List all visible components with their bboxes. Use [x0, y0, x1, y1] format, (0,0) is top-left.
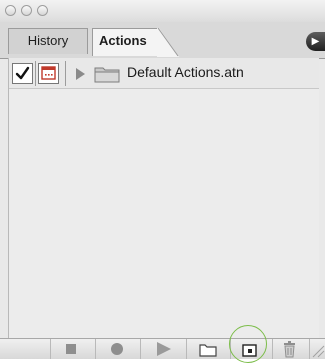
minimize-window-button[interactable] — [21, 5, 32, 16]
new-set-button[interactable] — [186, 339, 228, 359]
tab-history[interactable]: History — [8, 28, 88, 54]
trash-icon — [284, 341, 295, 358]
tab-history-label: History — [27, 33, 69, 48]
play-button[interactable] — [140, 339, 184, 359]
zoom-window-button[interactable] — [37, 5, 48, 16]
row-divider — [35, 61, 36, 86]
expand-triangle-icon[interactable] — [76, 68, 85, 80]
tab-actions-label: Actions — [99, 33, 147, 48]
actions-toolbar — [0, 338, 325, 359]
panel-menu-arrow-icon: ▶ — [311, 36, 320, 47]
tab-slant-edge — [157, 28, 179, 57]
record-button[interactable] — [95, 339, 137, 359]
row-divider — [65, 61, 66, 86]
folder-icon — [94, 67, 120, 83]
resize-grip-icon — [312, 345, 325, 358]
record-icon — [111, 343, 123, 355]
actions-list[interactable]: Default Actions.atn — [8, 58, 319, 338]
list-item[interactable]: Default Actions.atn — [9, 58, 319, 89]
panel-tab-strip: History Actions ▶ — [0, 22, 325, 59]
action-set-label: Default Actions.atn — [127, 64, 244, 80]
checkmark-icon — [15, 66, 30, 80]
play-icon — [157, 342, 171, 356]
toggle-dialog-button[interactable] — [38, 63, 59, 84]
delete-button[interactable] — [272, 339, 307, 359]
new-set-icon — [199, 344, 217, 357]
stop-icon — [66, 344, 76, 354]
toggle-item-checkbox[interactable] — [12, 63, 33, 84]
actions-panel: History Actions ▶ Default Actions.atn — [0, 0, 325, 363]
close-window-button[interactable] — [5, 5, 16, 16]
panel-menu-button[interactable]: ▶ — [306, 32, 325, 51]
window-titlebar — [0, 0, 325, 23]
resize-grip[interactable] — [309, 339, 325, 359]
tab-actions[interactable]: Actions — [92, 28, 158, 56]
highlight-ring — [229, 325, 267, 363]
stop-button[interactable] — [50, 339, 90, 359]
dialog-toggle-icon — [41, 66, 56, 80]
